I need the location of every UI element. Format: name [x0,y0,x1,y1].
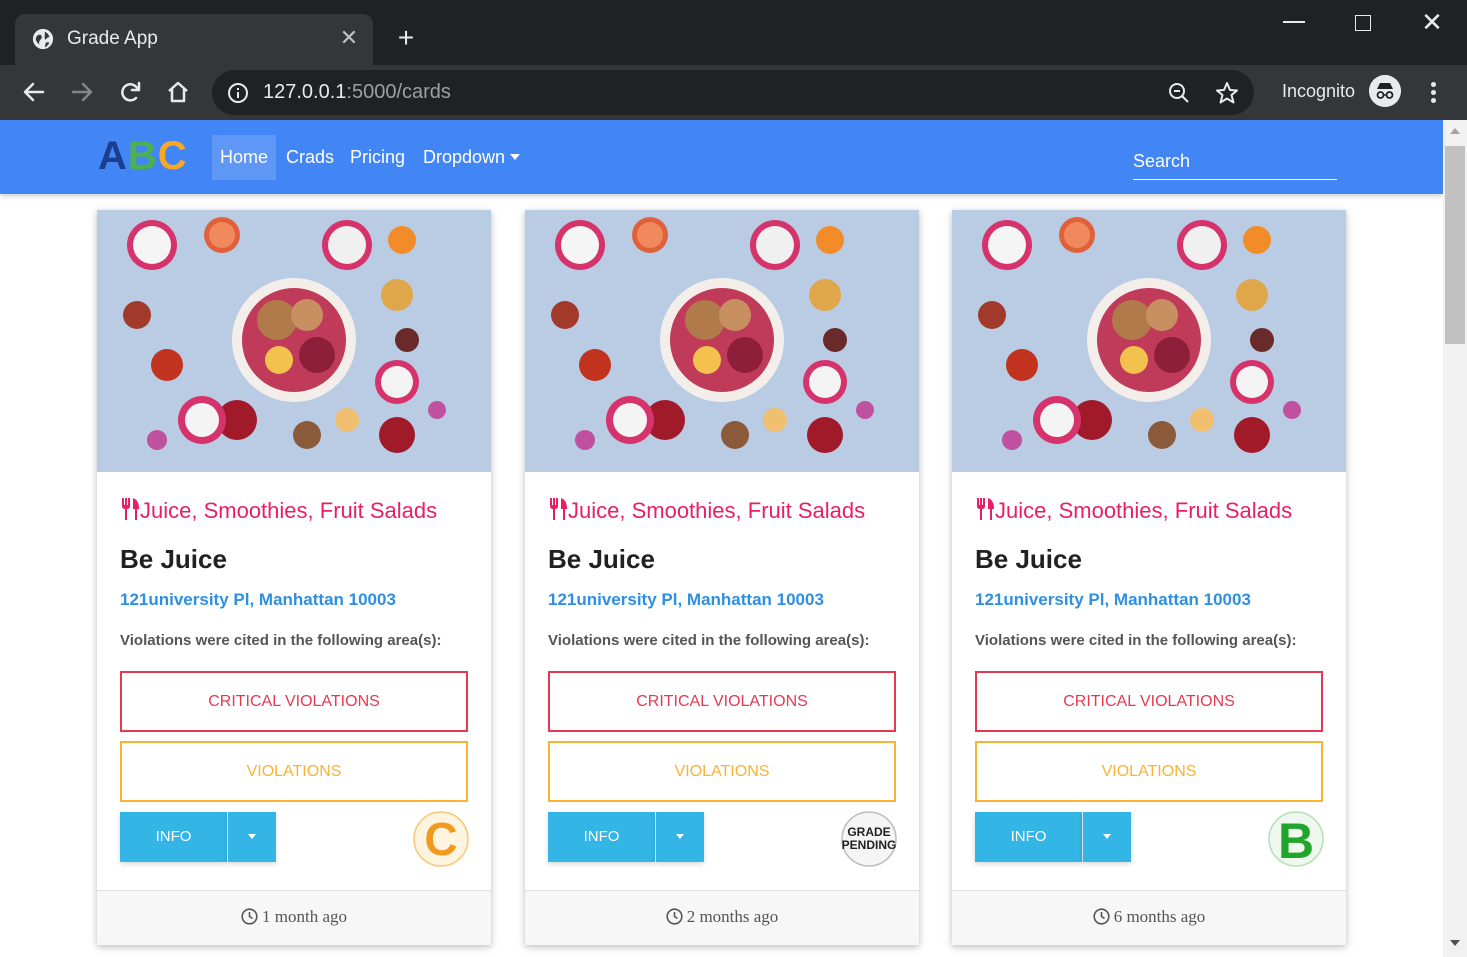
cuisine-text: Juice, Smoothies, Fruit Salads [140,498,438,523]
bookmark-star-icon[interactable] [1214,80,1240,106]
site-info-icon[interactable] [227,82,249,104]
new-tab-icon[interactable]: + [392,24,420,52]
grade-text-line: GRADE [847,825,890,839]
back-icon[interactable] [19,77,49,107]
globe-icon [32,28,54,50]
forward-icon[interactable] [67,77,97,107]
violations-caption: Violations were cited in the following a… [975,632,1297,649]
scroll-up-arrow[interactable] [1450,128,1460,134]
info-dropdown-toggle[interactable] [1083,812,1131,862]
grade-c-icon: C [413,811,469,867]
caret-down-icon [510,154,521,160]
tab-title: Grade App [67,28,158,49]
critical-violations-button[interactable]: CRITICAL VIOLATIONS [120,671,468,732]
grade-badge: C [413,811,469,867]
violations-button[interactable]: VIOLATIONS [548,741,896,802]
last-inspection-time: 2 months ago [686,907,779,926]
nav-pricing[interactable]: Pricing [342,135,413,180]
restaurant-name: Be Juice [548,544,655,574]
minimize-icon[interactable] [1283,21,1305,23]
caret-down-icon [676,834,684,839]
caret-down-icon [248,834,256,839]
critical-violations-button[interactable]: CRITICAL VIOLATIONS [975,671,1323,732]
nav-dropdown-label: Dropdown [423,147,506,167]
site-logo[interactable]: ABC [98,134,188,179]
grade-badge: B [1268,811,1324,869]
page-viewport: ABC Home Crads Pricing Dropdown Search J… [0,120,1443,957]
restaurant-address[interactable]: 121university Pl, Manhattan 10003 [120,590,396,610]
menu-kebab-icon[interactable] [1422,79,1446,107]
violations-button[interactable]: VIOLATIONS [975,741,1323,802]
grade-b-icon: B [1268,811,1324,869]
restaurant-address[interactable]: 121university Pl, Manhattan 10003 [548,590,824,610]
clock-icon [241,908,258,925]
clock-icon [1093,908,1110,925]
cuisine-label: Juice, Smoothies, Fruit Salads [975,497,1292,524]
info-button[interactable]: INFO [975,812,1082,862]
tab-close-icon[interactable]: ✕ [336,25,362,51]
site-navbar: ABC Home Crads Pricing Dropdown [0,120,1443,194]
last-inspection-time: 6 months ago [1113,907,1206,926]
nav-home[interactable]: Home [212,135,277,180]
card-footer: 6 months ago [952,890,1346,945]
cuisine-text: Juice, Smoothies, Fruit Salads [995,498,1293,523]
nav-dropdown[interactable]: Dropdown [415,135,528,180]
maximize-icon[interactable] [1355,15,1371,31]
restaurant-card: Juice, Smoothies, Fruit Salads Be Juice … [952,210,1346,945]
restaurant-address[interactable]: 121university Pl, Manhattan 10003 [975,590,1251,610]
critical-violations-button[interactable]: CRITICAL VIOLATIONS [548,671,896,732]
info-dropdown-toggle[interactable] [228,812,276,862]
close-icon[interactable]: ✕ [1419,9,1445,35]
grade-badge: GRADE PENDING [841,811,897,867]
profile-label: Incognito [1282,81,1356,101]
browser-toolbar: 127.0.0.1:5000/cards Incognito [0,65,1467,120]
last-inspection-time: 1 month ago [262,907,347,926]
clock-icon [666,908,683,925]
cuisine-label: Juice, Smoothies, Fruit Salads [120,497,437,524]
cuisine-label: Juice, Smoothies, Fruit Salads [548,497,865,524]
utensils-icon [550,498,567,520]
zoom-icon[interactable] [1167,81,1191,105]
search-input[interactable] [1133,144,1337,180]
home-icon[interactable] [163,77,193,107]
food-photo [97,210,491,472]
food-photo [952,210,1346,472]
cuisine-text: Juice, Smoothies, Fruit Salads [568,498,866,523]
card-footer: 2 months ago [525,890,919,945]
grade-letter: C [424,813,457,865]
utensils-icon [977,498,994,520]
nav-crads[interactable]: Crads [278,135,342,180]
food-photo [525,210,919,472]
address-bar[interactable]: 127.0.0.1:5000/cards [212,70,1254,115]
info-button[interactable]: INFO [548,812,655,862]
url-text: 127.0.0.1:5000/cards [263,81,451,103]
info-button[interactable]: INFO [120,812,227,862]
reload-icon[interactable] [115,77,145,107]
restaurant-card: Juice, Smoothies, Fruit Salads Be Juice … [525,210,919,945]
scroll-thumb[interactable] [1445,146,1465,344]
scroll-down-arrow[interactable] [1450,940,1460,946]
restaurant-name: Be Juice [120,544,227,574]
violations-button[interactable]: VIOLATIONS [120,741,468,802]
browser-tab[interactable]: Grade App ✕ [15,14,373,65]
card-footer: 1 month ago [97,890,491,945]
violations-caption: Violations were cited in the following a… [120,632,442,649]
violations-caption: Violations were cited in the following a… [548,632,870,649]
grade-pending-icon: GRADE PENDING [841,811,897,867]
caret-down-icon [1103,834,1111,839]
restaurant-card: Juice, Smoothies, Fruit Salads Be Juice … [97,210,491,945]
info-dropdown-toggle[interactable] [656,812,704,862]
page-scrollbar[interactable] [1443,120,1467,957]
browser-titlebar: Grade App ✕ + ✕ [0,0,1467,65]
utensils-icon [122,498,139,520]
restaurant-name: Be Juice [975,544,1082,574]
grade-text-line: PENDING [842,838,897,852]
grade-letter: B [1278,813,1314,867]
incognito-icon[interactable] [1369,75,1401,107]
